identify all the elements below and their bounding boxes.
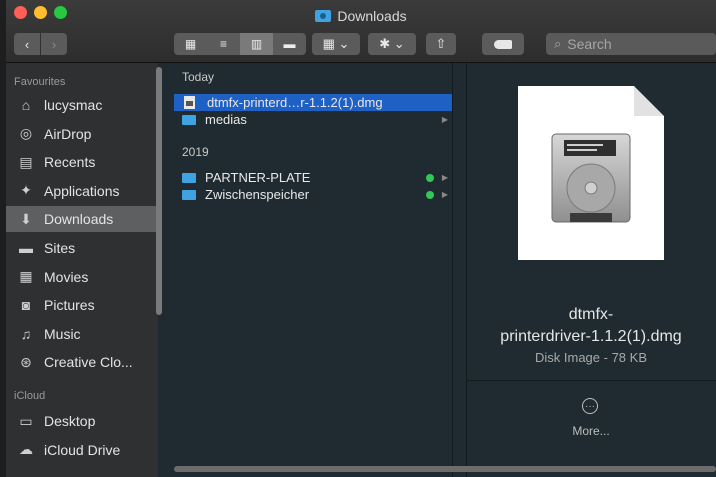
preview-file-name-line2: printerdriver-1.1.2(1).dmg (500, 328, 682, 345)
sidebar-item[interactable]: ⬇ Downloads (6, 206, 158, 233)
tag-icon (494, 39, 512, 49)
columns-icon: ▥ (250, 37, 263, 51)
group-icon: ▦ ⌄ (322, 36, 350, 51)
finder-window: Downloads ‹ › ▦ ≡ ▥ ▬ ▦ ⌄ ✱ ⌄ ⇧ ⌕ Search … (6, 0, 716, 477)
group-header: Today (182, 70, 215, 84)
sidebar-item-label: AirDrop (44, 125, 92, 142)
item-name: medias (205, 112, 247, 127)
sidebar-item[interactable]: ◙ Pictures (6, 292, 158, 318)
movies-icon: ▦ (19, 268, 33, 285)
sidebar-item-label: Desktop (44, 413, 96, 429)
item-name: Zwischenspeicher (205, 187, 310, 202)
sidebar-item[interactable]: ▦ Movies (6, 264, 158, 290)
gallery-view-button[interactable]: ▬ (273, 33, 306, 55)
sidebar-item[interactable]: ⌂ lucysmac (6, 92, 158, 118)
music-icon: ♫ (20, 325, 32, 342)
sidebar-item-label: Sites (44, 240, 76, 256)
green-tag-icon (426, 173, 434, 182)
sidebar-item-label: Pictures (44, 297, 95, 314)
sidebar-item[interactable]: ⊛ Creative Clo... (6, 349, 158, 375)
sidebar-item-label: lucysmac (44, 97, 103, 113)
disk-image-file-icon (184, 96, 195, 109)
list-icon: ≡ (219, 37, 227, 51)
window-title-text: Downloads (337, 8, 407, 24)
sidebar-item[interactable]: ✦ Applications (6, 178, 158, 204)
airdrop-icon: ◎ (19, 125, 33, 142)
sidebar-section-icloud: iCloud (14, 390, 46, 402)
sidebar-item-label: Movies (44, 268, 89, 285)
folder-icon: ▬ (19, 240, 33, 256)
column-view-button[interactable]: ▥ (240, 33, 273, 55)
folder-icon (182, 189, 196, 200)
sidebar-item[interactable]: ♫ Music (6, 321, 158, 347)
downloads-icon: ⬇ (20, 210, 32, 227)
search-field[interactable]: ⌕ Search (546, 33, 716, 55)
gear-icon: ✱ ⌄ (379, 36, 405, 51)
sidebar-item-label: Recents (44, 154, 96, 171)
back-button[interactable]: ‹ (14, 33, 40, 55)
search-placeholder: Search (567, 36, 612, 52)
sidebar-item-label: Creative Clo... (44, 354, 133, 371)
action-button[interactable]: ✱ ⌄ (368, 33, 416, 55)
sidebar-section-favourites: Favourites (14, 76, 66, 88)
sidebar-item-label: iCloud Drive (44, 441, 121, 458)
file-row[interactable]: dtmfx-printerd…r-1.1.2(1).dmg (174, 94, 452, 111)
sidebar-item[interactable]: ◎ AirDrop (6, 121, 158, 147)
preview-divider (466, 380, 716, 381)
sidebar-item[interactable]: ▬ Sites (6, 235, 158, 261)
sidebar-item[interactable]: ☁ iCloud Drive (6, 437, 158, 463)
group-by-button[interactable]: ▦ ⌄ (312, 33, 360, 55)
more-button-label[interactable]: More... (466, 424, 716, 438)
cloud-icon: ☁ (19, 441, 33, 458)
list-view-button[interactable]: ≡ (207, 33, 240, 55)
window-title: Downloads (6, 8, 716, 24)
gallery-icon: ▬ (283, 37, 296, 51)
hard-drive-icon (551, 133, 631, 223)
forward-button[interactable]: › (41, 33, 67, 55)
applications-icon: ✦ (20, 182, 32, 199)
view-mode-control: ▦ ≡ ▥ ▬ (174, 33, 306, 55)
disk-image-preview (518, 86, 664, 260)
toolbar: Downloads ‹ › ▦ ≡ ▥ ▬ ▦ ⌄ ✱ ⌄ ⇧ ⌕ Search (6, 0, 716, 63)
share-button[interactable]: ⇧ (426, 33, 456, 55)
chevron-right-icon: › (51, 36, 57, 52)
sidebar-item[interactable]: ▭ Desktop (6, 408, 158, 434)
folder-row[interactable]: Zwischenspeicher ▶ (174, 186, 452, 203)
item-name: dtmfx-printerd…r-1.1.2(1).dmg (207, 95, 383, 110)
sidebar-item-label: Music (44, 325, 81, 342)
sidebar-scrollbar[interactable] (156, 67, 162, 315)
sidebar-item-label: Downloads (44, 211, 114, 228)
sidebar-item[interactable]: ▤ Recents (6, 149, 158, 175)
grid-icon: ▦ (184, 37, 197, 51)
chevron-left-icon: ‹ (24, 36, 30, 52)
folder-icon (182, 172, 196, 183)
disclosure-chevron-icon: ▶ (441, 115, 448, 124)
search-icon: ⌕ (554, 36, 562, 51)
pictures-icon: ◙ (21, 297, 31, 314)
share-icon: ⇧ (435, 36, 447, 51)
column-resize-handle[interactable] (452, 63, 467, 477)
preview-file-name-line1: dtmfx- (568, 306, 614, 323)
more-icon[interactable]: ··· (582, 398, 598, 414)
horizontal-scrollbar[interactable] (174, 466, 716, 472)
preview-file-kind: Disk Image - 78 KB (535, 350, 647, 365)
recents-icon: ▤ (19, 153, 33, 170)
item-name: PARTNER-PLATE (205, 170, 311, 185)
group-header: 2019 (182, 145, 209, 159)
downloads-folder-icon (315, 10, 332, 22)
folder-row[interactable]: PARTNER-PLATE ▶ (174, 169, 452, 186)
icon-view-button[interactable]: ▦ (174, 33, 207, 55)
folder-icon (182, 114, 196, 125)
disclosure-chevron-icon: ▶ (441, 173, 448, 182)
green-tag-icon (426, 190, 434, 199)
desktop-icon: ▭ (19, 412, 33, 429)
creative-cloud-icon: ⊛ (20, 353, 32, 370)
disclosure-chevron-icon: ▶ (441, 190, 448, 199)
sidebar-item-label: Applications (44, 182, 120, 199)
home-icon: ⌂ (21, 97, 31, 113)
tags-button[interactable] (482, 33, 524, 55)
folder-row[interactable]: medias ▶ (174, 111, 452, 128)
